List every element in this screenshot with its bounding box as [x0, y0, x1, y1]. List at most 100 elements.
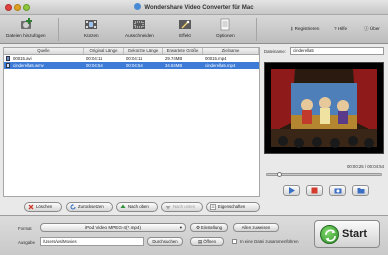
move-up-button[interactable]: Nach oben [116, 202, 158, 212]
browse-button[interactable]: Durchsuchen [147, 237, 183, 246]
playback-controls [264, 185, 384, 197]
register-button[interactable]: ⚷ Registrieren [290, 26, 319, 32]
about-button[interactable]: ⓘ Über [364, 26, 380, 32]
properties-label: Eigenschaften [218, 204, 246, 209]
properties-button[interactable]: Eigenschaften [206, 202, 260, 212]
crop-label: Ausschneiden [125, 33, 154, 38]
options-label: Optionen [216, 33, 235, 38]
column-header-original-length[interactable]: Original Länge [84, 48, 124, 54]
video-preview[interactable] [264, 62, 384, 154]
delete-button[interactable]: Löschen [24, 202, 62, 212]
window-title: Wondershare Video Converter für Mac [144, 5, 254, 11]
seek-handle[interactable] [277, 172, 282, 177]
browse-label: Durchsuchen [152, 239, 178, 244]
app-logo-icon [134, 3, 142, 10]
effect-label: Effekt [179, 33, 191, 38]
effect-wand-icon [179, 20, 191, 29]
help-label: Hilfe [337, 26, 348, 31]
merge-checkbox[interactable] [232, 239, 237, 244]
start-convert-icon [320, 225, 339, 244]
help-button[interactable]: ? Hilfe [334, 26, 347, 31]
trim-label: Kürzen [84, 33, 99, 38]
title-bar: Wondershare Video Converter für Mac [0, 0, 388, 15]
move-up-label: Nach oben [128, 204, 149, 209]
column-header-source[interactable]: Quelle [4, 48, 84, 54]
row-trimmed-length: 00:04:11 [126, 56, 143, 61]
file-list-table[interactable]: Quelle Original Länge Gekürzte Länge Erw… [3, 47, 260, 197]
stop-icon [311, 187, 318, 194]
main-toolbar: Dateien hinzufügen Kürzen Ausschneiden E… [0, 15, 388, 44]
target-name-input[interactable]: cinderella5 [290, 47, 384, 55]
video-file-icon [6, 56, 10, 61]
table-row-selected[interactable]: cinderella5.wmv 00:04:54 00:04:54 34.84M… [4, 62, 259, 69]
row-source: 00015.avi [13, 56, 32, 61]
video-frame-image [265, 63, 383, 153]
row-source-cell: 00015.avi [4, 55, 84, 62]
row-target-name: 00015.mp4 [205, 56, 227, 61]
settings-button[interactable]: ⚙ Einstellung [190, 223, 228, 232]
row-original-length: 00:04:11 [86, 56, 103, 61]
reset-button[interactable]: Zurücksetzen [66, 202, 113, 212]
delete-x-icon [28, 204, 34, 210]
column-header-target-name[interactable]: Zielname [203, 48, 259, 54]
delete-label: Löschen [36, 204, 53, 209]
snapshot-button[interactable] [329, 185, 346, 196]
video-file-icon [6, 63, 10, 68]
format-select[interactable]: iPod Video MPEG-4(*.mp4) ▾ [40, 223, 186, 232]
format-value: iPod Video MPEG-4(*.mp4) [84, 225, 142, 230]
target-name-row: Dateiname: cinderella5 [264, 47, 384, 56]
play-button[interactable] [283, 185, 300, 196]
film-trim-icon [85, 20, 98, 29]
seek-bar[interactable] [266, 172, 382, 177]
camera-icon [334, 188, 341, 194]
stop-button[interactable] [306, 185, 323, 196]
file-list-header: Quelle Original Länge Gekürzte Länge Erw… [4, 48, 259, 55]
add-files-button[interactable]: Dateien hinzufügen [6, 18, 46, 38]
output-path-input[interactable]: /Users/ws/Movies [40, 237, 144, 246]
apply-all-button[interactable]: Allen zuweisen [233, 223, 279, 232]
arrow-up-icon [120, 204, 126, 208]
add-files-label: Dateien hinzufügen [6, 33, 46, 38]
move-down-label: Nach unten [173, 204, 195, 209]
column-header-expected-size[interactable]: Erwartete Größe [163, 48, 203, 54]
row-source: cinderella5.wmv [13, 63, 44, 68]
snapshot-folder-button[interactable] [352, 185, 369, 196]
trim-button[interactable]: Kürzen [84, 18, 99, 38]
file-actions-bar: Löschen Zurücksetzen Nach oben Nach unte… [0, 200, 388, 214]
row-original-length: 00:04:54 [86, 63, 103, 68]
crop-icon [133, 20, 146, 29]
crop-button[interactable]: Ausschneiden [125, 18, 154, 38]
toolbar-divider [58, 18, 59, 41]
options-document-icon [221, 18, 230, 31]
options-button[interactable]: Optionen [216, 18, 235, 38]
about-label: Über [369, 26, 380, 31]
chevron-down-icon: ▾ [179, 225, 182, 230]
effect-button[interactable]: Effekt [178, 18, 192, 38]
properties-icon [210, 204, 216, 210]
window-title-wrap: Wondershare Video Converter für Mac [0, 3, 388, 11]
arrow-down-icon [165, 206, 171, 210]
settings-label: Einstellung [201, 225, 223, 230]
play-icon [289, 187, 295, 194]
row-expected-size: 34.84MB [165, 63, 183, 68]
target-name-label: Dateiname: [264, 49, 286, 54]
row-source-cell: cinderella5.wmv [4, 62, 84, 69]
folder-icon [357, 188, 364, 194]
refresh-arrows-icon [325, 229, 336, 242]
start-label: Start [342, 228, 368, 240]
app-window: Wondershare Video Converter für Mac Date… [0, 0, 388, 255]
table-row[interactable]: 00015.avi 00:04:11 00:04:11 29.74MB 0001… [4, 55, 259, 62]
playback-time: 00:00:25 / 00:04:54 [346, 164, 384, 169]
toolbar-divider [256, 18, 257, 41]
move-down-button[interactable]: Nach unten [161, 202, 203, 212]
column-header-trimmed-length[interactable]: Gekürzte Länge [124, 48, 163, 54]
start-button[interactable]: Start [314, 220, 380, 248]
open-label: Öffnen [203, 239, 217, 244]
reset-arrow-icon [70, 204, 76, 210]
reset-label: Zurücksetzen [78, 204, 104, 209]
format-label: Format [18, 226, 32, 231]
row-expected-size: 29.74MB [165, 56, 183, 61]
open-folder-button[interactable]: ▤ Öffnen [190, 237, 224, 246]
merge-label: In eine Datei zusammenführen [240, 239, 299, 244]
output-label: Ausgabe [18, 240, 35, 245]
